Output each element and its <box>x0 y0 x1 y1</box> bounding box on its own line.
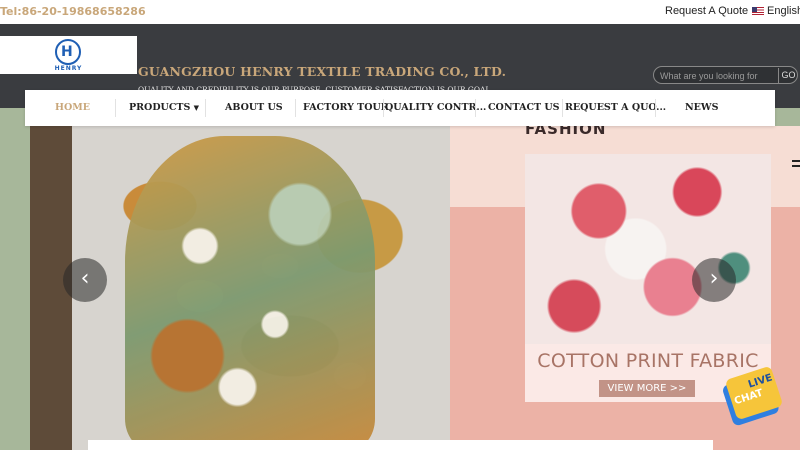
us-flag-icon <box>752 7 764 15</box>
henry-logo-icon: H <box>55 39 81 65</box>
nav-factory-tour[interactable]: FACTORY TOUR <box>303 90 389 126</box>
slider-prev-icon[interactable]: ‹ <box>63 258 107 302</box>
request-quote-link[interactable]: Request A Quote <box>665 5 748 17</box>
nav-products-label: PRODUCTS <box>129 102 191 113</box>
fabric-image <box>525 154 771 344</box>
company-name: GUANGZHOU HENRY TEXTILE TRADING CO., LTD… <box>138 64 507 79</box>
nav-products[interactable]: PRODUCTS ▼ <box>129 90 199 126</box>
nav-quality-control[interactable]: QUALITY CONTR... <box>385 90 486 126</box>
nav-divider <box>115 99 116 117</box>
logo[interactable]: H HENRY <box>0 36 137 74</box>
caret-down-icon: ▼ <box>193 103 200 112</box>
view-more-button[interactable]: VIEW MORE >> <box>599 380 695 397</box>
menu-toggle-icon[interactable] <box>792 160 800 162</box>
content-panel-edge <box>88 440 713 450</box>
nav-about-us[interactable]: ABOUT US <box>225 90 283 126</box>
nav-divider <box>383 99 384 117</box>
logo-text: HENRY <box>54 65 83 72</box>
search-go-button[interactable]: GO <box>778 68 798 83</box>
slider-next-icon[interactable]: › <box>692 258 736 302</box>
nav-divider <box>295 99 296 117</box>
main-nav: HOME PRODUCTS ▼ ABOUT US FACTORY TOUR QU… <box>25 90 775 126</box>
nav-request-quote[interactable]: REQUEST A QUO... <box>565 90 666 126</box>
phone-number: Tel:86-20-19868658286 <box>0 5 146 18</box>
nav-home[interactable]: HOME <box>55 90 90 126</box>
nav-divider <box>655 99 656 117</box>
live-chat-widget[interactable]: LIVE CHAT <box>724 365 784 421</box>
nav-news[interactable]: NEWS <box>685 90 718 126</box>
nav-divider <box>562 99 563 117</box>
nav-divider <box>475 99 476 117</box>
language-selector[interactable]: English ▼ <box>752 5 800 17</box>
nav-divider <box>205 99 206 117</box>
nav-contact-us[interactable]: CONTACT US <box>488 90 560 126</box>
language-label: English <box>767 5 800 17</box>
search-input[interactable] <box>660 69 770 82</box>
search-box: GO <box>653 66 798 84</box>
top-bar: Tel:86-20-19868658286 Request A Quote En… <box>0 0 800 24</box>
floral-dress-image <box>125 136 375 450</box>
